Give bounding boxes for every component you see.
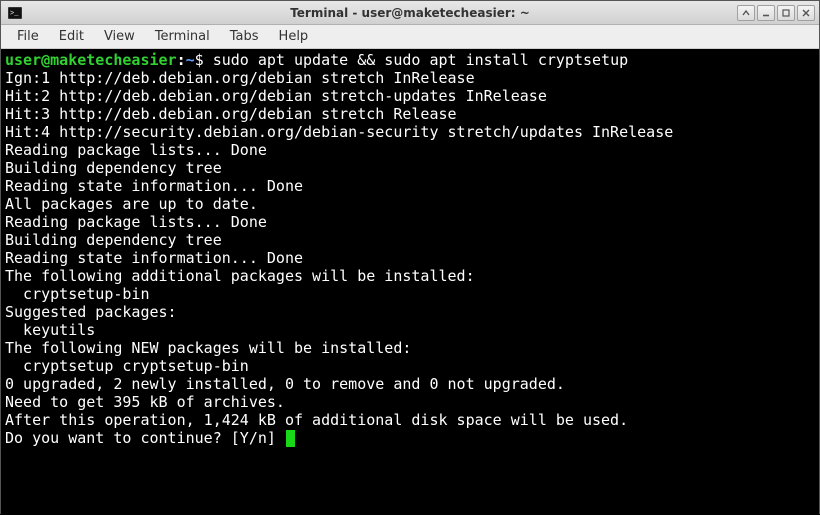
output-line: 0 upgraded, 2 newly installed, 0 to remo… [5, 375, 565, 393]
output-line: keyutils [5, 321, 95, 339]
menu-edit[interactable]: Edit [51, 27, 92, 46]
menu-view[interactable]: View [96, 27, 143, 46]
terminal-viewport[interactable]: user@maketecheasier:~$ sudo apt update &… [1, 49, 819, 515]
window-controls [737, 5, 819, 21]
shade-button[interactable] [737, 5, 755, 21]
output-line: Hit:4 http://security.debian.org/debian-… [5, 123, 673, 141]
menu-help[interactable]: Help [271, 27, 317, 46]
output-line: Ign:1 http://deb.debian.org/debian stret… [5, 69, 475, 87]
output-line: cryptsetup cryptsetup-bin [5, 357, 249, 375]
output-line: All packages are up to date. [5, 195, 258, 213]
output-line: After this operation, 1,424 kB of additi… [5, 411, 628, 429]
output-line: Reading state information... Done [5, 249, 303, 267]
output-line: Need to get 395 kB of archives. [5, 393, 285, 411]
prompt-user-host: user@maketecheasier [5, 51, 177, 69]
menu-tabs[interactable]: Tabs [222, 27, 267, 46]
maximize-button[interactable] [777, 5, 795, 21]
output-line: Building dependency tree [5, 231, 222, 249]
output-line: Hit:3 http://deb.debian.org/debian stret… [5, 105, 457, 123]
command-text: sudo apt update && sudo apt install cryp… [213, 51, 628, 69]
output-line: cryptsetup-bin [5, 285, 150, 303]
terminal-app-icon: >_ [7, 5, 23, 21]
output-line: Suggested packages: [5, 303, 177, 321]
minimize-button[interactable] [757, 5, 775, 21]
output-line: Reading package lists... Done [5, 213, 267, 231]
titlebar: >_ Terminal - user@maketecheasier: ~ [1, 1, 819, 25]
output-line: Do you want to continue? [Y/n] [5, 429, 285, 447]
prompt-path: ~ [186, 51, 195, 69]
prompt-symbol: $ [195, 51, 204, 69]
terminal-cursor [286, 430, 295, 447]
menu-file[interactable]: File [9, 27, 47, 46]
output-line: Hit:2 http://deb.debian.org/debian stret… [5, 87, 547, 105]
menubar: File Edit View Terminal Tabs Help [1, 25, 819, 49]
output-line: The following additional packages will b… [5, 267, 475, 285]
svg-text:>_: >_ [10, 10, 19, 18]
menu-terminal[interactable]: Terminal [147, 27, 218, 46]
close-button[interactable] [797, 5, 815, 21]
output-line: Reading package lists... Done [5, 141, 267, 159]
output-line: The following NEW packages will be insta… [5, 339, 411, 357]
prompt-colon: : [177, 51, 186, 69]
window-title: Terminal - user@maketecheasier: ~ [1, 6, 819, 20]
output-line: Reading state information... Done [5, 177, 303, 195]
output-line: Building dependency tree [5, 159, 222, 177]
